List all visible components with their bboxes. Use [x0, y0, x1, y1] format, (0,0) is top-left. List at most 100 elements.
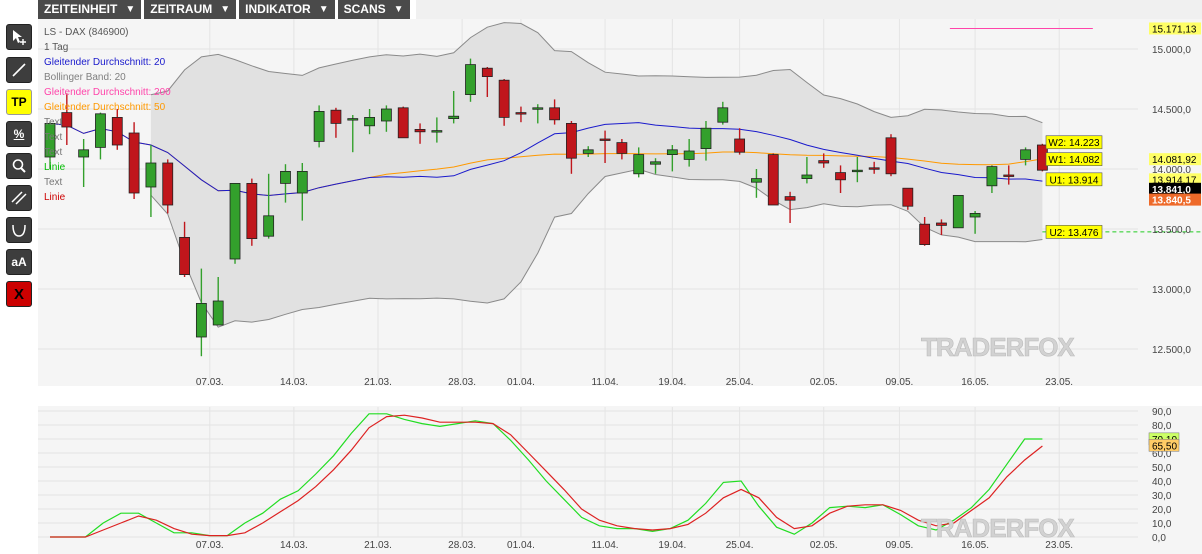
candle-body[interactable]	[296, 170, 308, 194]
candle-body[interactable]	[734, 138, 746, 153]
candle-body[interactable]	[919, 223, 931, 245]
candle-body[interactable]	[195, 302, 207, 338]
candle-body[interactable]	[969, 212, 981, 218]
x-tick-label: 09.05.	[886, 540, 914, 551]
candle-body[interactable]	[549, 107, 561, 121]
price-tag-label: 15.171,13	[1152, 24, 1197, 35]
candle-body[interactable]	[498, 79, 510, 118]
y-tick-label: 10,0	[1152, 519, 1172, 530]
parallel-lines-icon	[11, 191, 27, 205]
candle-body[interactable]	[835, 172, 846, 181]
candle-body[interactable]	[717, 107, 729, 123]
candle-body[interactable]	[868, 167, 880, 170]
dropdown-arrow-icon: ▼	[125, 4, 136, 15]
level-label: W2: 14.223	[1048, 138, 1100, 149]
candle-body[interactable]	[1020, 149, 1031, 160]
candle-body[interactable]	[397, 107, 409, 139]
candle-body[interactable]	[481, 67, 493, 78]
y-tick-label: 12.500,0	[1152, 345, 1191, 356]
candle-body[interactable]	[515, 112, 527, 115]
candle-body[interactable]	[666, 149, 678, 156]
candle-body[interactable]	[566, 123, 577, 159]
parallel-lines-tool-button[interactable]	[6, 185, 32, 211]
candle-body[interactable]	[229, 182, 241, 260]
candle-body[interactable]	[767, 154, 779, 206]
candle-body[interactable]	[700, 127, 712, 149]
tp-label: TP	[11, 95, 27, 109]
candle-body[interactable]	[902, 187, 914, 207]
candle-body[interactable]	[885, 137, 897, 175]
value-tag-label: 65,50	[1152, 441, 1177, 452]
candle-body[interactable]	[751, 178, 762, 183]
y-tick-label: 80,0	[1152, 421, 1172, 432]
line-icon	[12, 63, 26, 77]
x-tick-label: 01.04.	[507, 540, 535, 551]
top-menu-bar: ZEITEINHEIT ▼ ZEITRAUM ▼ INDIKATOR ▼ SCANS ▼	[38, 0, 410, 19]
x-tick-label: 25.04.	[726, 540, 754, 551]
candle-body[interactable]	[347, 118, 359, 121]
x-tick-label: 28.03.	[448, 540, 476, 551]
candle-body[interactable]	[952, 194, 964, 229]
arc-tool-button[interactable]	[6, 217, 32, 243]
menu-indikator[interactable]: INDIKATOR ▼	[239, 0, 335, 19]
candle-body[interactable]	[364, 117, 375, 127]
legend-item: Text	[44, 117, 63, 128]
chart-legend: LS - DAX (846900) 1 Tag Gleitender Durch…	[44, 25, 171, 205]
percent-tool-button[interactable]: %	[6, 121, 32, 147]
candle-body[interactable]	[851, 169, 863, 173]
candle-body[interactable]	[179, 236, 190, 275]
y-tick-label: 30,0	[1152, 491, 1172, 502]
candle-body[interactable]	[650, 161, 661, 165]
candle-body[interactable]	[784, 196, 796, 201]
tp-tool-button[interactable]: TP	[6, 89, 32, 115]
y-tick-label: 13.500,0	[1152, 225, 1191, 236]
candle-body[interactable]	[330, 109, 342, 124]
price-tag-label: 14.081,92	[1152, 155, 1197, 166]
candle-body[interactable]	[313, 111, 325, 142]
candle-body[interactable]	[431, 130, 443, 133]
dropdown-arrow-icon: ▼	[220, 4, 231, 15]
percent-icon: %	[13, 127, 25, 141]
legend-instrument: LS - DAX (846900)	[44, 27, 129, 38]
menu-zeiteinheit[interactable]: ZEITEINHEIT ▼	[38, 0, 142, 19]
legend-item: Text	[44, 177, 63, 188]
x-tick-label: 21.03.	[364, 540, 392, 551]
menu-scans[interactable]: SCANS ▼	[337, 0, 410, 19]
line-tool-button[interactable]	[6, 57, 32, 83]
candle-body[interactable]	[532, 107, 544, 110]
candle-body[interactable]	[414, 129, 426, 133]
candle-body[interactable]	[633, 154, 645, 175]
legend-item: Gleitender Durchschnitt: 50	[44, 102, 166, 113]
cursor-tool-button[interactable]	[6, 24, 32, 50]
candle-body[interactable]	[212, 300, 224, 326]
level-label: U1: 13.914	[1050, 175, 1099, 186]
legend-item: Text	[44, 132, 63, 143]
panel-separator	[38, 386, 1202, 406]
chart-area[interactable]: W2: 14.223 W1: 14.082 U1: 13.914 U2: 13.476…	[38, 19, 1202, 554]
candle-body[interactable]	[936, 222, 947, 226]
candle-body[interactable]	[582, 149, 594, 154]
zoom-tool-button[interactable]	[6, 153, 32, 179]
candle-body[interactable]	[263, 215, 275, 237]
delete-tool-button[interactable]: X	[6, 281, 32, 307]
legend-item: Gleitender Durchschnitt: 200	[44, 87, 171, 98]
menu-zeitraum[interactable]: ZEITRAUM ▼	[144, 0, 237, 19]
candle-body[interactable]	[380, 108, 392, 122]
candle-body[interactable]	[246, 182, 258, 239]
candle-body[interactable]	[465, 64, 476, 95]
traderfox-watermark: TRADERFOX	[921, 332, 1075, 362]
candle-body[interactable]	[599, 138, 611, 141]
text-tool-button[interactable]: aA	[6, 249, 32, 275]
delete-icon: X	[13, 285, 24, 303]
x-tick-label: 02.05.	[810, 540, 838, 551]
candle-body[interactable]	[986, 166, 998, 187]
candle-body[interactable]	[683, 150, 695, 160]
candle-body[interactable]	[801, 174, 813, 179]
candle-body[interactable]	[818, 160, 830, 164]
candle-body[interactable]	[280, 170, 291, 184]
candle-body[interactable]	[616, 142, 628, 154]
watermark-oscillator: TRADERFOX	[921, 513, 1077, 544]
candle-body[interactable]	[1003, 174, 1015, 177]
candle-body[interactable]	[448, 115, 460, 119]
legend-item: Linie	[44, 192, 66, 203]
